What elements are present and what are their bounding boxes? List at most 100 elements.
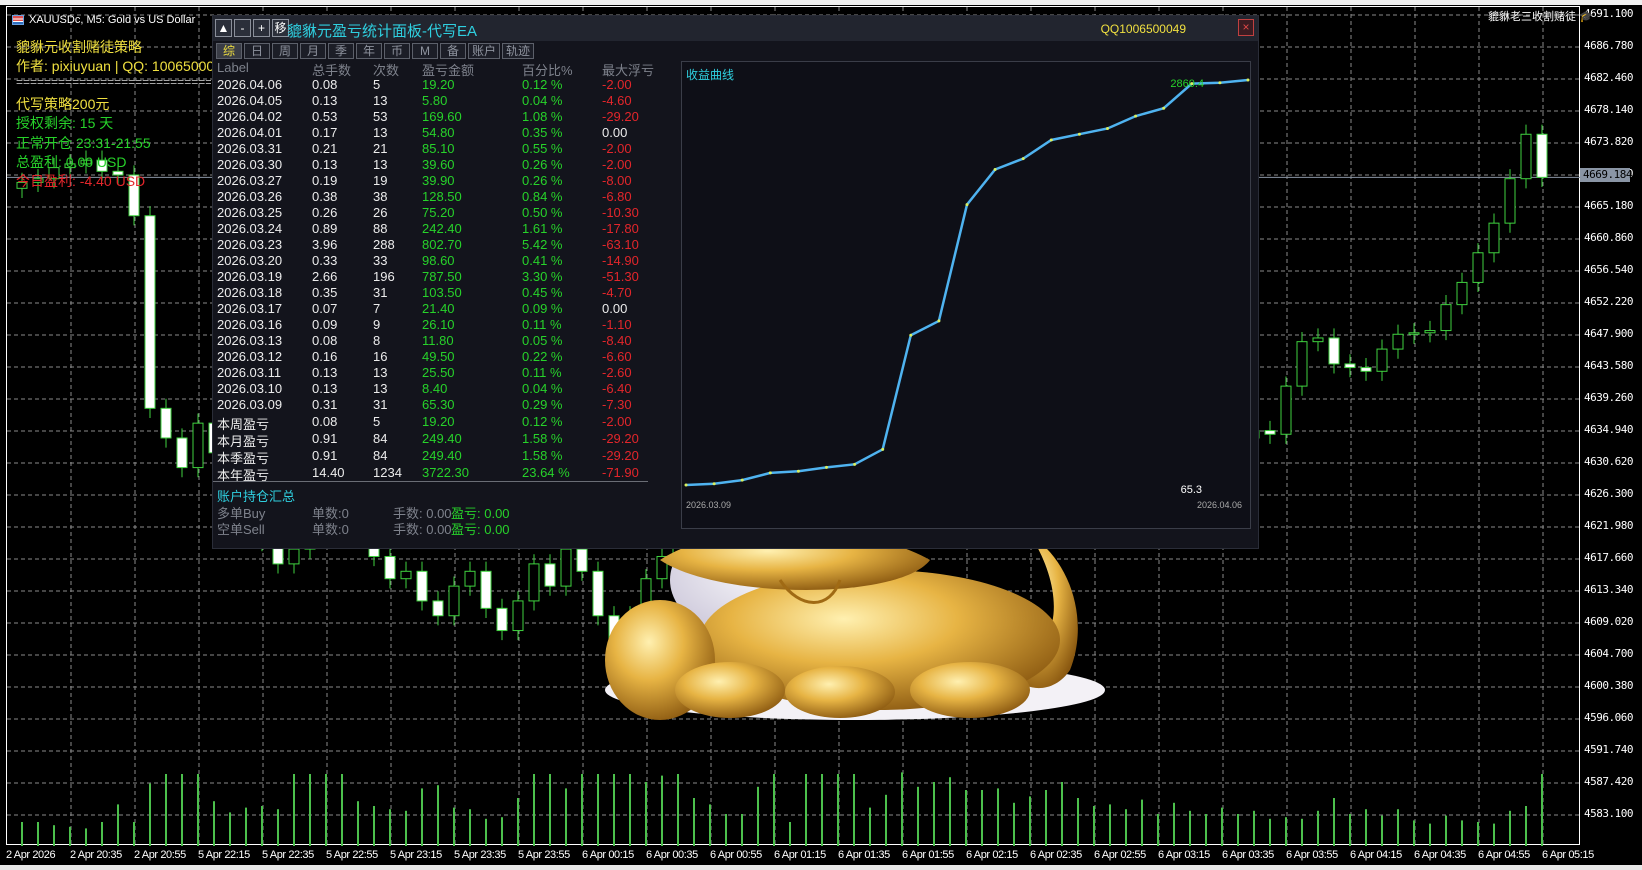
candle-body: [432, 600, 444, 617]
candle-body: [160, 407, 172, 439]
table-cell: 2026.04.02: [217, 109, 283, 124]
candle-body: [384, 555, 396, 580]
pixiu-mascot-image: [605, 540, 1105, 720]
candle-body: [400, 570, 412, 580]
price-tick-label: 4613.340: [1584, 583, 1633, 596]
candle-body: [144, 215, 156, 409]
equity-point: [881, 447, 885, 451]
equity-point: [740, 478, 744, 482]
candle-body: [1456, 281, 1468, 306]
tab-1[interactable]: 综: [216, 43, 242, 59]
table-cell: 2026.03.16: [217, 317, 283, 332]
equity-point: [796, 469, 800, 473]
table-cell: 2026.03.31: [217, 141, 283, 156]
table-row: 2026.03.31 0.21 21 85.10 0.55 % -2.00: [213, 141, 653, 157]
table-cell: 0.55 %: [522, 141, 563, 156]
column-header: Label: [217, 60, 249, 75]
candle-body: [1280, 385, 1292, 435]
expand-button[interactable]: +: [253, 19, 270, 37]
table-row: 2026.03.30 0.13 13 39.60 0.26 % -2.00: [213, 157, 653, 173]
table-cell: -51.30: [602, 269, 639, 284]
table-cell: 8.40: [422, 381, 448, 396]
candle-body: [544, 563, 556, 587]
table-cell: 0.26 %: [522, 173, 563, 188]
table-cell: 65.30: [422, 397, 455, 412]
price-tick-label: 4643.580: [1584, 359, 1633, 372]
table-cell: 0.13: [312, 365, 338, 380]
chart-tabs-strip[interactable]: [0, 865, 1642, 870]
chart-window-icon: [12, 15, 24, 25]
table-cell: 88: [373, 221, 388, 236]
table-cell: 0.11 %: [522, 317, 562, 332]
candle-body: [448, 585, 460, 617]
candle-body: [576, 548, 588, 572]
candle-body: [1536, 133, 1548, 178]
table-cell: 2026.04.01: [217, 125, 283, 140]
table-cell: 84: [373, 448, 388, 463]
table-cell: 103.50: [422, 285, 462, 300]
table-cell: 0.12 %: [522, 77, 563, 92]
tab-10[interactable]: 账户: [468, 43, 500, 59]
tab-11[interactable]: 轨迹: [502, 43, 534, 59]
candle-body: [560, 548, 572, 587]
tab-7[interactable]: 币: [384, 43, 410, 59]
equity-point: [853, 462, 857, 466]
table-row: 2026.03.13 0.08 8 11.80 0.05 % -8.40: [213, 333, 653, 349]
table-cell: 2026.04.05: [217, 93, 283, 108]
candle-body: [416, 570, 428, 602]
equity-start-date: 2026.03.09: [686, 500, 732, 510]
table-cell: 2026.03.13: [217, 333, 283, 348]
table-cell: -17.80: [602, 221, 639, 236]
table-cell: 0.11 %: [522, 365, 562, 380]
table-cell: 19: [373, 173, 388, 188]
price-tick-label: 4656.540: [1584, 263, 1633, 276]
table-row: 2026.03.17 0.07 7 21.40 0.09 % 0.00: [213, 301, 653, 317]
tab-3[interactable]: 周: [272, 43, 298, 59]
price-tick-label: 4678.140: [1584, 103, 1633, 116]
price-tick-label: 4587.420: [1584, 775, 1633, 788]
table-cell: 14.40: [312, 465, 345, 480]
tab-8[interactable]: M: [412, 43, 438, 59]
tab-4[interactable]: 月: [300, 43, 326, 59]
time-tick-label: 2 Apr 2026: [6, 849, 56, 861]
tab-5[interactable]: 季: [328, 43, 354, 59]
table-cell: 2026.03.23: [217, 237, 283, 252]
candle-body: [192, 422, 204, 469]
table-cell: -10.30: [602, 205, 639, 220]
summary-row: 本周盈亏 0.08 5 19.20 0.12 % -2.00: [213, 414, 653, 432]
equity-point: [684, 483, 688, 487]
tab-2[interactable]: 日: [244, 43, 270, 59]
table-row: 2026.03.18 0.35 31 103.50 0.45 % -4.70: [213, 285, 653, 301]
time-tick-label: 6 Apr 03:15: [1158, 849, 1210, 861]
table-cell: -71.90: [602, 465, 639, 480]
tab-6[interactable]: 年: [356, 43, 382, 59]
table-cell: 53: [373, 109, 388, 124]
table-cell: 3.30 %: [522, 269, 563, 284]
time-tick-label: 6 Apr 03:35: [1222, 849, 1274, 861]
time-tick-label: 6 Apr 05:15: [1542, 849, 1594, 861]
table-cell: 1.58 %: [522, 431, 563, 446]
table-row: 2026.03.24 0.89 88 242.40 1.61 % -17.80: [213, 221, 653, 237]
minimize-button[interactable]: -: [234, 19, 251, 37]
tab-9[interactable]: 备: [440, 43, 466, 59]
time-tick-label: 6 Apr 00:35: [646, 849, 698, 861]
chart-symbol-title: XAUUSDc, M5: Gold vs US Dollar: [29, 14, 196, 26]
time-tick-label: 6 Apr 03:55: [1286, 849, 1338, 861]
table-cell: 249.40: [422, 431, 462, 446]
summary-row: 本月盈亏 0.91 84 249.40 1.58 % -29.20: [213, 431, 653, 449]
time-tick-label: 6 Apr 01:15: [774, 849, 826, 861]
table-cell: 31: [373, 397, 388, 412]
license-remaining: 授权剩余: 15 天: [16, 115, 114, 131]
time-tick-label: 6 Apr 02:15: [966, 849, 1018, 861]
time-tick-label: 6 Apr 02:55: [1094, 849, 1146, 861]
time-tick-label: 5 Apr 22:55: [326, 849, 378, 861]
table-cell: -8.00: [602, 173, 632, 188]
time-tick-label: 6 Apr 04:15: [1350, 849, 1402, 861]
panel-header[interactable]: ▲ - + 移 貔貅元盈亏统计面板-代写EA QQ1006500049 ×: [213, 16, 1258, 41]
table-cell: 19.20: [422, 77, 455, 92]
table-cell: 19.20: [422, 414, 455, 429]
collapse-button[interactable]: ▲: [215, 19, 232, 37]
close-button[interactable]: ×: [1238, 19, 1254, 36]
time-tick-label: 6 Apr 04:55: [1478, 849, 1530, 861]
table-cell: 0.00: [602, 301, 628, 316]
